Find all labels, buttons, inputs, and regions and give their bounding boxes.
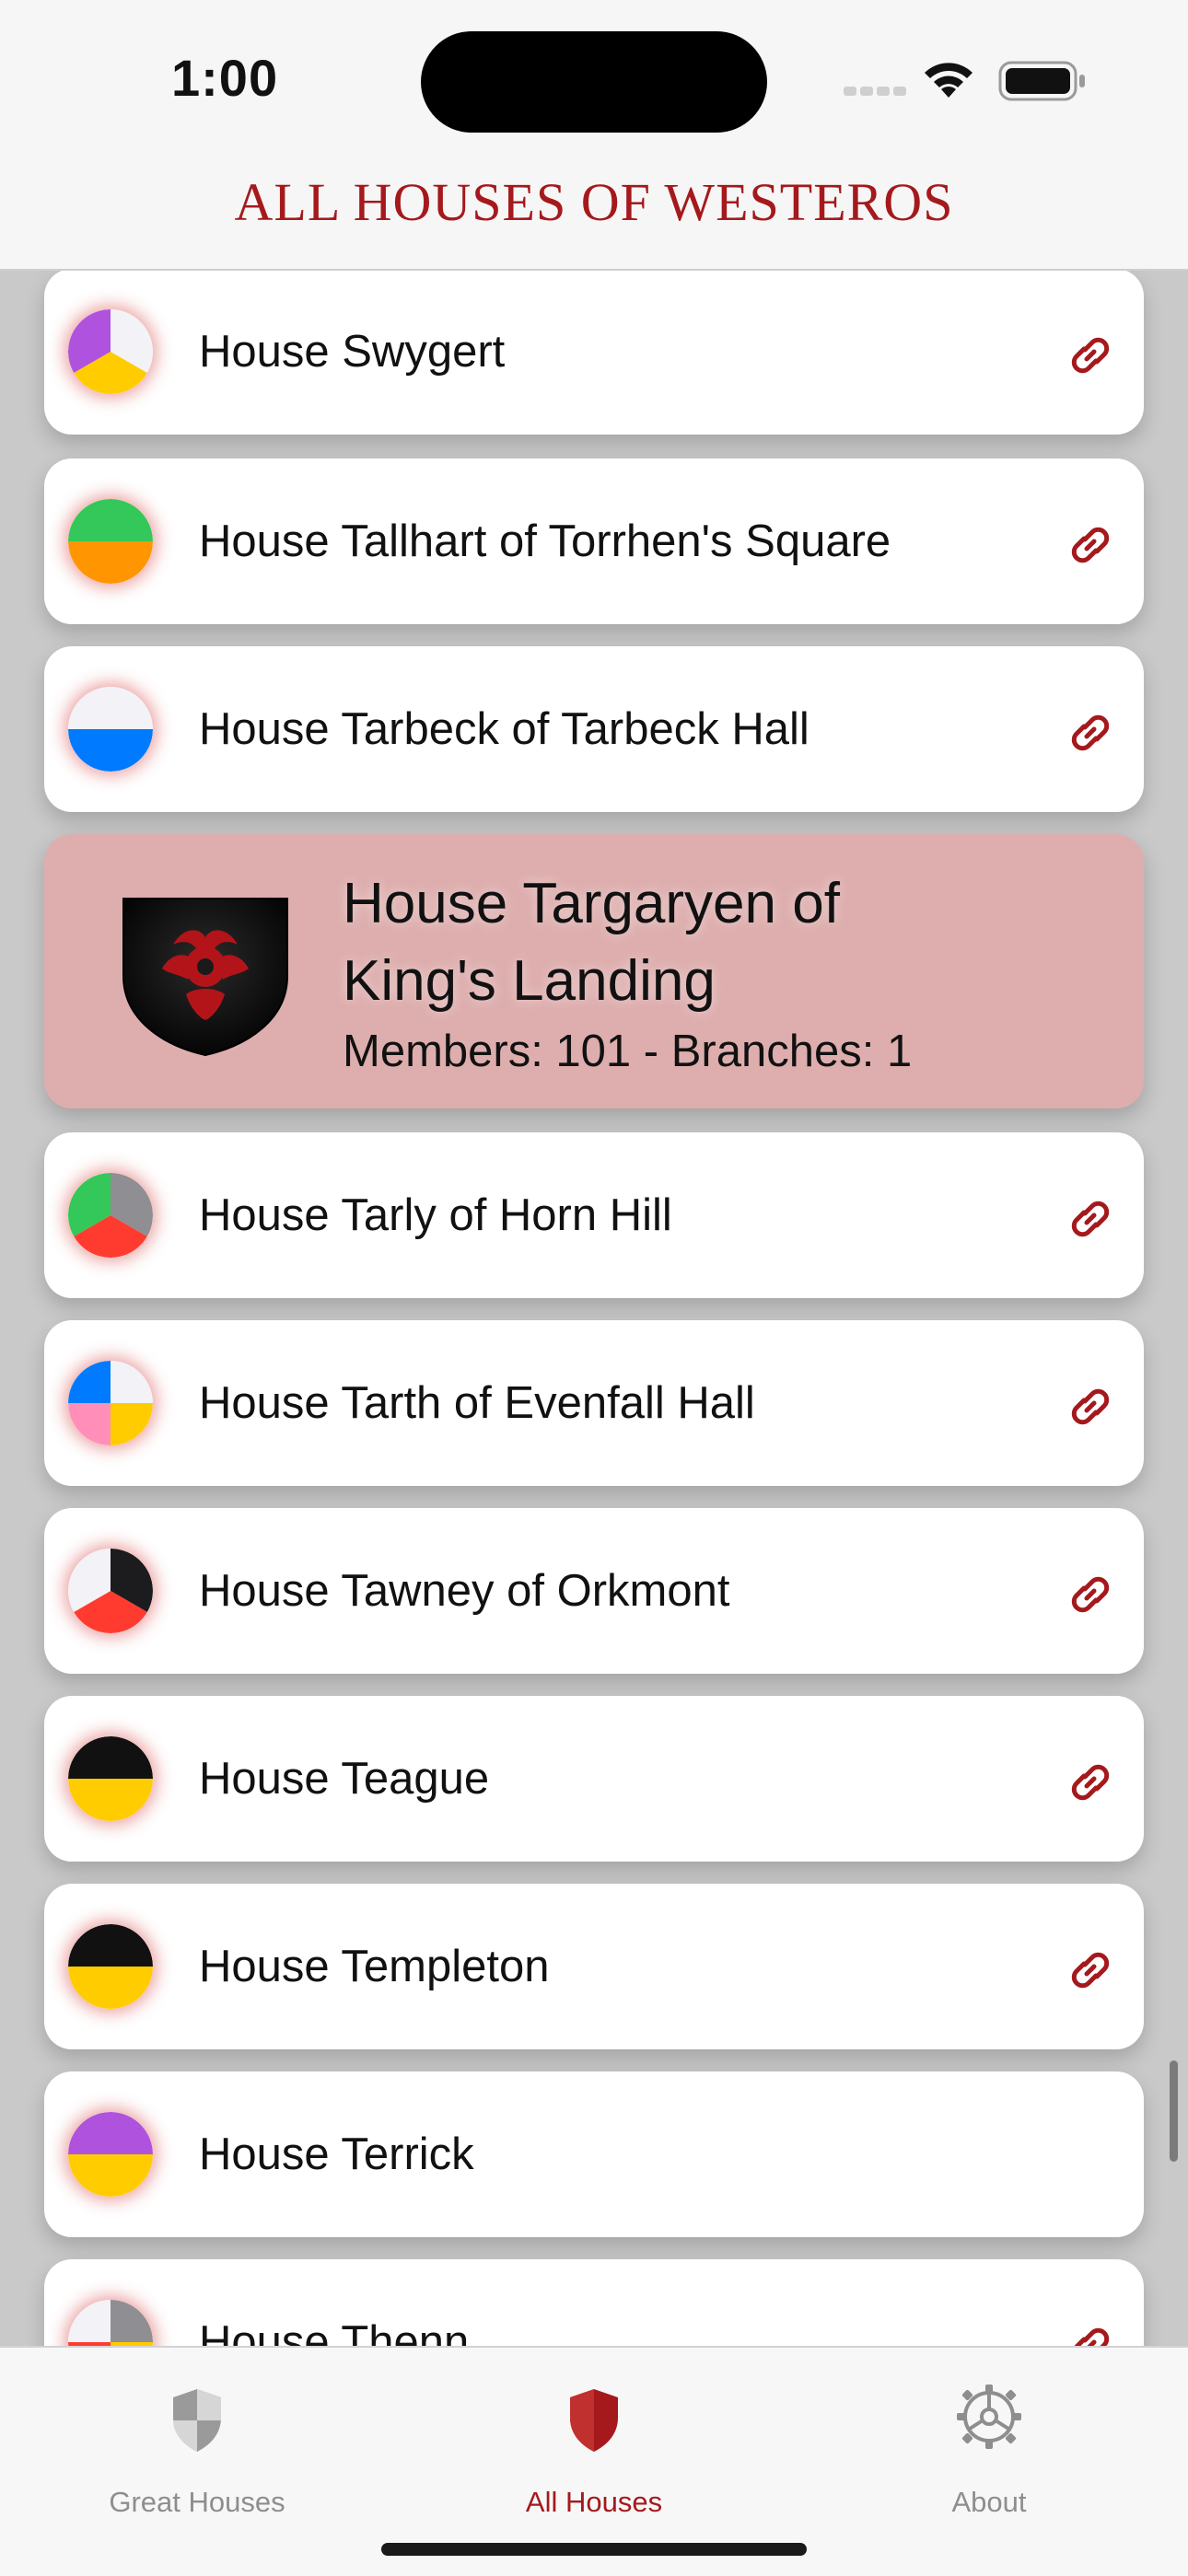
gear-icon	[957, 2385, 1021, 2449]
house-name: House Tallhart of Torrhen's Square	[199, 516, 891, 566]
house-name: House Tarly of Horn Hill	[199, 1190, 672, 1240]
house-emblem-icon	[68, 1361, 153, 1445]
house-row[interactable]: House Tallhart of Torrhen's Square	[44, 458, 1144, 624]
house-row[interactable]: House Terrick	[44, 2071, 1144, 2237]
house-emblem-icon	[68, 1736, 153, 1821]
tab-great-houses[interactable]: Great Houses	[59, 2366, 335, 2518]
featured-house-card[interactable]: House Targaryen of King's Landing Member…	[44, 834, 1144, 1108]
shield-checkered-icon	[173, 2389, 221, 2452]
link-icon[interactable]	[1065, 1757, 1116, 1808]
link-icon[interactable]	[1065, 330, 1116, 381]
house-emblem-icon	[68, 2112, 153, 2197]
house-emblem-icon	[68, 1173, 153, 1258]
page-title: All Houses of Westeros	[234, 172, 954, 232]
shield-icon	[570, 2389, 618, 2452]
link-icon[interactable]	[1065, 519, 1116, 571]
house-name: House Terrick	[199, 2129, 474, 2179]
tab-label: All Houses	[525, 2486, 663, 2518]
featured-house-meta: Members: 101 - Branches: 1	[343, 1027, 913, 1076]
link-icon[interactable]	[1065, 1381, 1116, 1433]
house-row[interactable]: House Teague	[44, 1696, 1144, 1862]
house-emblem-icon	[68, 1549, 153, 1633]
house-name: House Tawney of Orkmont	[199, 1566, 730, 1616]
tab-all-houses[interactable]: All Houses	[456, 2366, 732, 2518]
tab-bar: Great Houses All Houses About	[0, 2346, 1188, 2576]
battery-icon	[998, 61, 1085, 101]
house-list[interactable]: House Swygert House Tallhart of Torrhen'…	[0, 0, 1188, 2574]
scroll-indicator[interactable]	[1170, 2060, 1178, 2162]
house-name: House Templeton	[199, 1942, 550, 1991]
tab-label: About	[951, 2486, 1027, 2518]
house-emblem-icon	[68, 687, 153, 772]
house-row[interactable]: House Tarth of Evenfall Hall	[44, 1320, 1144, 1486]
featured-house-name: House Targaryen of King's Landing	[343, 872, 840, 1013]
link-icon[interactable]	[1065, 1944, 1116, 1996]
house-row[interactable]: House Tarbeck of Tarbeck Hall	[44, 646, 1144, 812]
house-emblem-icon	[68, 1924, 153, 2009]
house-row[interactable]: House Tarly of Horn Hill	[44, 1132, 1144, 1298]
tab-label: Great Houses	[109, 2486, 285, 2518]
home-indicator	[381, 2543, 807, 2556]
house-row[interactable]: House Templeton	[44, 1884, 1144, 2049]
dynamic-island	[421, 31, 767, 133]
house-name: House Swygert	[199, 327, 506, 377]
targaryen-dragon-sigil-icon	[118, 891, 293, 1057]
link-icon[interactable]	[1065, 1193, 1116, 1245]
navigation-header: 1:00 All Houses of Westeros	[0, 0, 1188, 271]
house-name: House Tarth of Evenfall Hall	[199, 1378, 755, 1428]
wifi-icon	[925, 63, 973, 98]
house-name: House Tarbeck of Tarbeck Hall	[199, 704, 809, 754]
house-emblem-icon	[68, 499, 153, 584]
status-time: 1:00	[171, 49, 279, 107]
house-row[interactable]: House Swygert	[44, 269, 1144, 435]
link-icon[interactable]	[1065, 707, 1116, 759]
house-emblem-icon	[68, 309, 153, 394]
house-name: House Teague	[199, 1754, 490, 1804]
link-icon[interactable]	[1065, 1569, 1116, 1620]
tab-about[interactable]: About	[851, 2366, 1127, 2518]
house-row[interactable]: House Tawney of Orkmont	[44, 1508, 1144, 1674]
